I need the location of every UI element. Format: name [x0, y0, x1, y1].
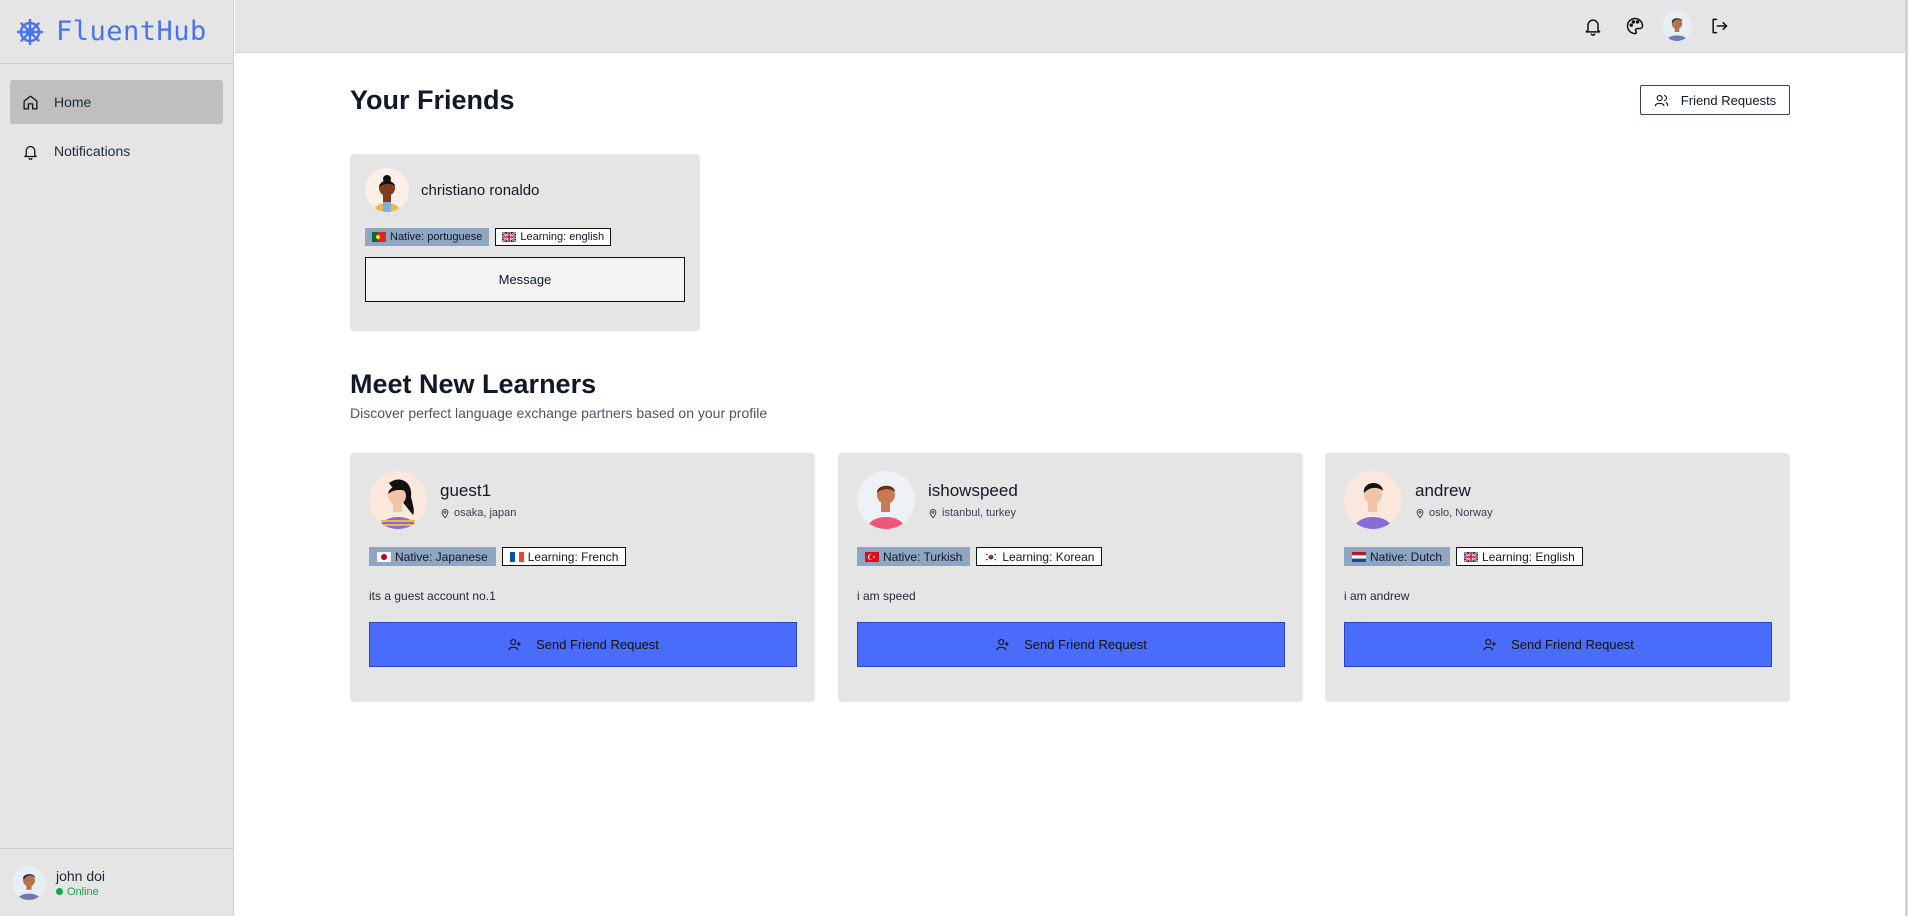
- sidebar: FluentHub Home Notifications john doi On…: [0, 0, 234, 916]
- user-plus-icon: [1482, 637, 1497, 652]
- section-title: Meet New Learners: [350, 369, 597, 399]
- avatar: [857, 471, 915, 529]
- sidebar-user[interactable]: john doi Online: [0, 848, 234, 916]
- learning-language-badge: Learning: Korean: [976, 547, 1103, 566]
- friend-requests-label: Friend Requests: [1680, 92, 1777, 108]
- ship-wheel-icon: [14, 16, 46, 48]
- bell-icon[interactable]: [1575, 8, 1611, 44]
- brand-name: FluentHub: [56, 16, 207, 47]
- avatar: [1344, 471, 1402, 529]
- native-language-badge: Native: portuguese: [365, 228, 490, 246]
- home-icon: [22, 93, 40, 111]
- map-pin-icon: [928, 508, 938, 519]
- learner-name: ishowspeed: [928, 481, 1018, 500]
- learning-language-badge: Learning: english: [495, 228, 612, 246]
- map-pin-icon: [440, 508, 450, 519]
- send-friend-request-button[interactable]: Send Friend Request: [369, 622, 797, 667]
- page-title: Your Friends: [350, 85, 515, 115]
- learner-location: istanbul, turkey: [928, 507, 1018, 519]
- sidebar-item-label: Home: [54, 94, 92, 110]
- online-dot-icon: [56, 888, 63, 895]
- section-subtitle: Discover perfect language exchange partn…: [350, 405, 768, 421]
- uk-flag-icon: [1464, 551, 1479, 562]
- native-language-badge: Native: Dutch: [1344, 547, 1451, 566]
- palette-icon[interactable]: [1617, 8, 1653, 44]
- learning-language-badge: Learning: English: [1456, 547, 1583, 566]
- friend-name: christiano ronaldo: [421, 181, 540, 199]
- learning-language-badge: Learning: French: [501, 547, 627, 566]
- users-icon: [1654, 93, 1669, 108]
- native-language-badge: Native: Turkish: [857, 547, 971, 566]
- sidebar-item-notifications[interactable]: Notifications: [10, 129, 223, 173]
- learner-bio: i am andrew: [1344, 589, 1410, 603]
- sidebar-item-home[interactable]: Home: [10, 80, 223, 124]
- portugal-flag-icon: [372, 232, 386, 242]
- learner-name: guest1: [440, 481, 492, 500]
- learner-bio: its a guest account no.1: [369, 589, 496, 603]
- learner-card: guest1 osaka, japan Native: Japanese Lea…: [350, 453, 815, 702]
- main-content: Your Friends Friend Requests christiano …: [350, 53, 1790, 702]
- user-plus-icon: [995, 637, 1010, 652]
- map-pin-icon: [1415, 508, 1425, 519]
- learner-card: ishowspeed istanbul, turkey Native: Turk…: [838, 453, 1303, 702]
- turkey-flag-icon: [865, 551, 879, 562]
- native-language-badge: Native: Japanese: [369, 547, 496, 566]
- learner-card: andrew oslo, Norway Native: Dutch Learni…: [1325, 453, 1790, 702]
- send-friend-request-label: Send Friend Request: [1511, 637, 1634, 652]
- learner-location: osaka, japan: [440, 507, 516, 519]
- status-text: Online: [67, 885, 99, 898]
- learner-location: oslo, Norway: [1415, 507, 1493, 519]
- logout-icon[interactable]: [1701, 8, 1737, 44]
- sidebar-item-label: Notifications: [54, 143, 131, 159]
- user-plus-icon: [507, 637, 522, 652]
- sidebar-nav: Home Notifications: [0, 64, 233, 173]
- friend-requests-button[interactable]: Friend Requests: [1640, 85, 1790, 115]
- avatar: [365, 168, 409, 212]
- user-name: john doi: [56, 867, 106, 884]
- profile-avatar-button[interactable]: [1659, 8, 1695, 44]
- avatar: [369, 471, 427, 529]
- netherlands-flag-icon: [1352, 551, 1366, 562]
- send-friend-request-label: Send Friend Request: [1024, 637, 1147, 652]
- avatar: [12, 865, 46, 900]
- friend-card: christiano ronaldo Native: portuguese Le…: [350, 154, 700, 331]
- learner-name: andrew: [1415, 481, 1471, 500]
- brand[interactable]: FluentHub: [0, 0, 233, 64]
- topbar: [235, 0, 1905, 53]
- send-friend-request-button[interactable]: Send Friend Request: [1344, 622, 1772, 667]
- korea-flag-icon: [984, 551, 999, 562]
- uk-flag-icon: [502, 232, 517, 242]
- learner-bio: i am speed: [857, 589, 916, 603]
- japan-flag-icon: [377, 551, 391, 562]
- avatar: [1662, 11, 1692, 41]
- send-friend-request-label: Send Friend Request: [536, 637, 659, 652]
- bell-icon: [22, 142, 40, 160]
- send-friend-request-button[interactable]: Send Friend Request: [857, 622, 1285, 667]
- status-badge: Online: [56, 886, 105, 898]
- message-button[interactable]: Message: [365, 257, 685, 302]
- france-flag-icon: [509, 551, 524, 562]
